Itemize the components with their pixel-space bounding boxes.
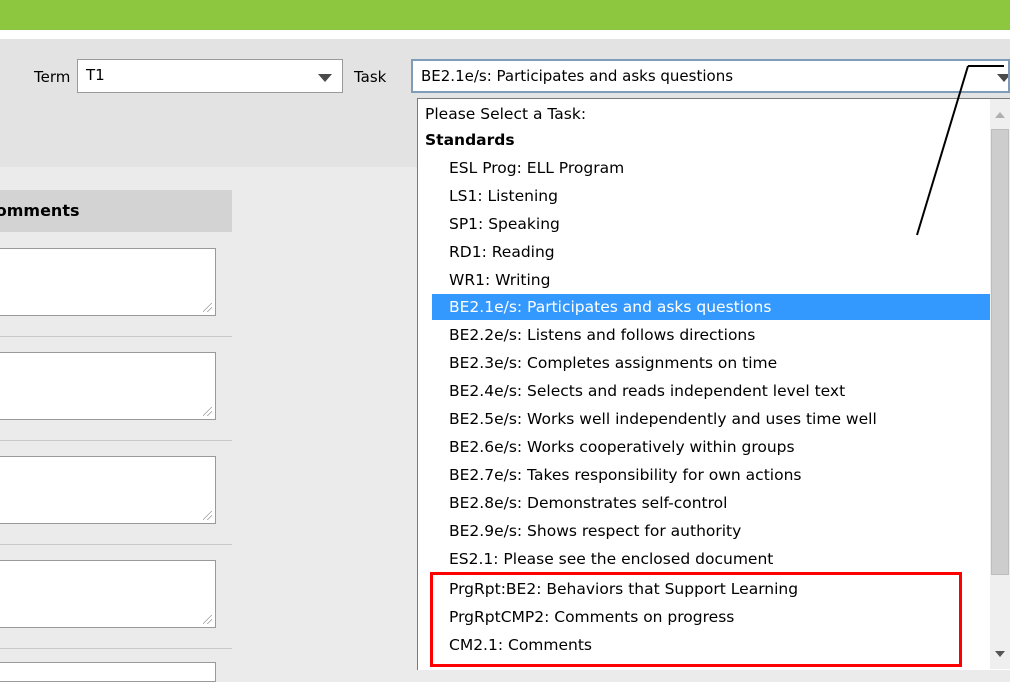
dropdown-option[interactable]: BE2.2e/s: Listens and follows directions [418,322,990,348]
dropdown-group-standards: Standards [425,131,515,149]
comment-textarea[interactable] [0,248,216,316]
comments-column-header: Comments [0,190,232,232]
row-divider [0,544,232,545]
comment-textarea[interactable] [0,560,216,628]
dropdown-option[interactable]: ESL Prog: ELL Program [418,155,990,181]
comment-textarea[interactable] [0,352,216,420]
dropdown-scrollbar[interactable] [990,99,1010,669]
task-select[interactable]: BE2.1e/s: Participates and asks question… [411,59,1010,93]
comment-textarea[interactable] [0,456,216,524]
dropdown-option[interactable]: RD1: Reading [418,239,990,265]
term-select-value: T1 [86,66,105,84]
resize-grip-icon[interactable] [203,303,212,312]
row-divider [0,648,232,649]
dropdown-option[interactable]: SP1: Speaking [418,211,990,237]
dropdown-option[interactable]: BE2.5e/s: Works well independently and u… [418,406,990,432]
chevron-down-icon [995,651,1005,657]
chevron-up-icon [995,112,1005,118]
dropdown-option[interactable]: BE2.9e/s: Shows respect for authority [418,518,990,544]
resize-grip-icon[interactable] [203,615,212,624]
dropdown-option[interactable]: BE2.4e/s: Selects and reads independent … [418,378,990,404]
task-label: Task [354,68,387,86]
dropdown-option[interactable]: WR1: Writing [418,267,990,293]
scrollbar-thumb[interactable] [991,129,1009,575]
dropdown-option-placeholder[interactable]: Please Select a Task: [418,101,990,127]
comments-header-label: Comments [0,201,80,220]
chevron-down-icon[interactable] [318,74,332,82]
resize-grip-icon[interactable] [203,511,212,520]
dropdown-option[interactable]: LS1: Listening [418,183,990,209]
row-divider [0,336,232,337]
annotation-highlight-box [430,572,962,667]
dropdown-option[interactable]: ES2.1: Please see the enclosed document [418,546,990,572]
scroll-down-button[interactable] [990,641,1010,669]
dropdown-option[interactable]: BE2.7e/s: Takes responsibility for own a… [418,462,990,488]
dropdown-option[interactable]: BE2.8e/s: Demonstrates self-control [418,490,990,516]
row-divider [0,440,232,441]
task-select-value: BE2.1e/s: Participates and asks question… [421,67,734,85]
term-label: Term [34,68,71,86]
header-spacer [0,30,1010,39]
dropdown-option-selected[interactable]: BE2.1e/s: Participates and asks question… [432,294,990,320]
app-header-bar [0,0,1010,30]
resize-grip-icon[interactable] [203,407,212,416]
comment-textarea[interactable] [0,662,216,682]
chevron-down-icon[interactable] [997,74,1008,82]
scroll-up-button[interactable] [990,99,1010,127]
dropdown-option[interactable]: BE2.6e/s: Works cooperatively within gro… [418,434,990,460]
dropdown-option[interactable]: BE2.3e/s: Completes assignments on time [418,350,990,376]
term-select[interactable]: T1 [77,59,343,93]
